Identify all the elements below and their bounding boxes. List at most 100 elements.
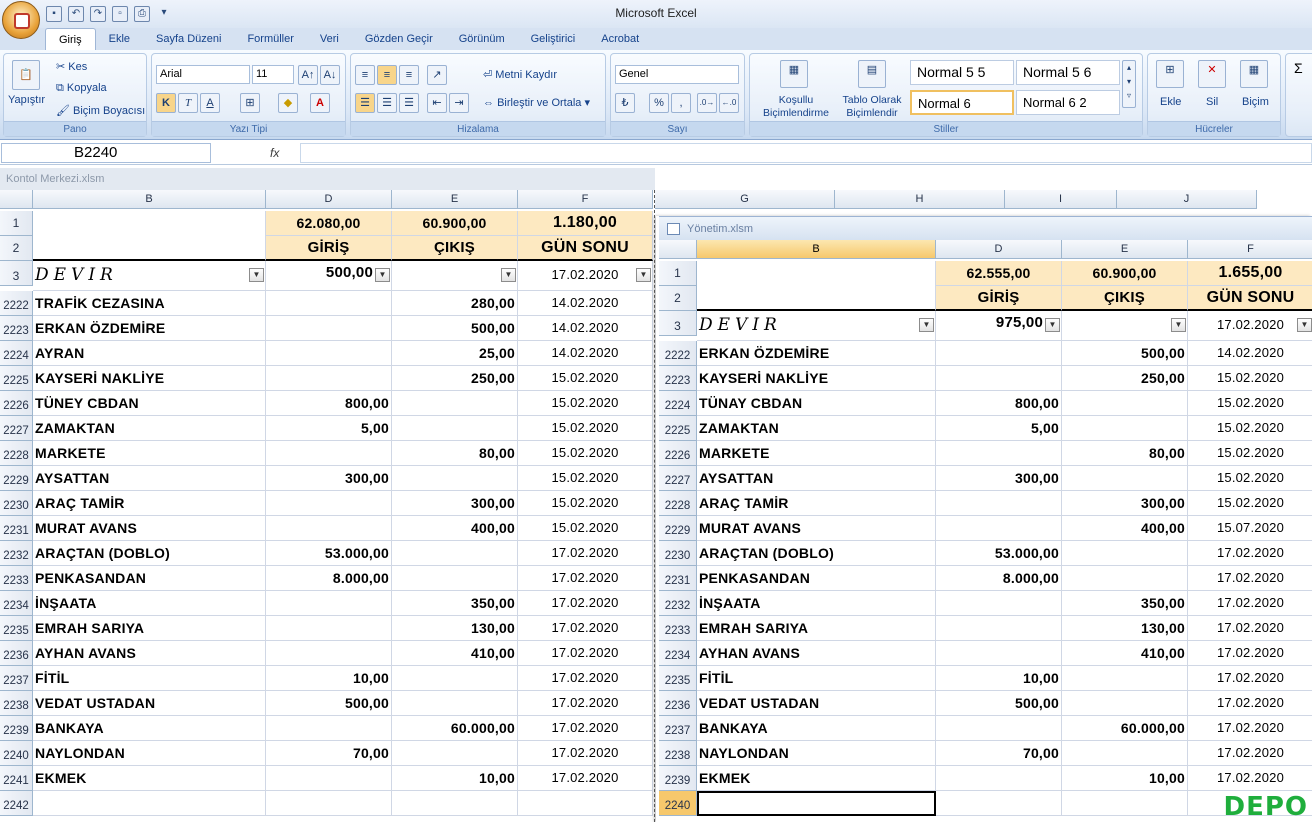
cell-cikis[interactable]: 300,00	[392, 491, 518, 516]
cell-date[interactable]: 17.02.2020	[1188, 616, 1312, 641]
cell-cikis[interactable]: 10,00	[392, 766, 518, 791]
row-header[interactable]: 2228	[659, 491, 697, 516]
row-header[interactable]: 2229	[0, 466, 33, 491]
cell-cikis[interactable]	[392, 416, 518, 441]
cell-date[interactable]: 15.02.2020	[1188, 441, 1312, 466]
copy-button[interactable]: ⧉ Kopyala	[56, 82, 107, 95]
row-header-2[interactable]: 2	[0, 236, 33, 261]
cell-date[interactable]: 17.02.2020	[518, 691, 653, 716]
print-preview-icon[interactable]: ▫	[112, 6, 128, 22]
align-center-icon[interactable]: ☰	[377, 93, 397, 113]
cell-date[interactable]: 15.02.2020	[1188, 391, 1312, 416]
cell-date[interactable]: 17.02.2020	[1188, 766, 1312, 791]
cell-giris[interactable]	[266, 716, 392, 741]
column-header-1[interactable]: D	[936, 240, 1062, 259]
office-button[interactable]	[2, 1, 40, 39]
devir-cikis[interactable]	[392, 261, 518, 291]
workbook2-titlebar[interactable]: Yönetim.xlsm	[659, 216, 1312, 240]
row-header[interactable]: 2236	[0, 641, 33, 666]
cell-giris[interactable]: 800,00	[266, 391, 392, 416]
filter-dropdown-icon[interactable]: ▼	[375, 268, 390, 282]
cell-giris[interactable]	[936, 791, 1062, 816]
cell-date[interactable]: 17.02.2020	[518, 566, 653, 591]
cell-giris[interactable]: 8.000,00	[936, 566, 1062, 591]
cikis-header[interactable]: ÇIKIŞ	[1062, 286, 1188, 311]
tab-8[interactable]: Acrobat	[588, 28, 652, 50]
cell-description[interactable]: PENKASANDAN	[33, 566, 266, 591]
format-painter-button[interactable]: 🖌 Biçim Boyacısı	[56, 104, 145, 117]
cell-cikis[interactable]: 250,00	[1062, 366, 1188, 391]
cell-date[interactable]: 15.02.2020	[1188, 466, 1312, 491]
cell-description[interactable]: ERKAN ÖZDEMİRE	[33, 316, 266, 341]
cell-description[interactable]: EMRAH SARIYA	[33, 616, 266, 641]
cell-giris[interactable]	[266, 291, 392, 316]
borders-icon[interactable]: ⊞	[240, 93, 260, 113]
cell-date[interactable]: 15.02.2020	[518, 366, 653, 391]
cell-date[interactable]: 15.02.2020	[518, 516, 653, 541]
cell-date[interactable]: 17.02.2020	[518, 641, 653, 666]
cell-giris[interactable]: 300,00	[936, 466, 1062, 491]
underline-button[interactable]: A	[200, 93, 220, 113]
column-header-0[interactable]: B	[697, 240, 936, 259]
cell-giris[interactable]	[936, 766, 1062, 791]
filter-dropdown-icon[interactable]: ▼	[919, 318, 934, 332]
insert-cells-button[interactable]: Ekle	[1160, 96, 1181, 108]
row-header[interactable]: 2240	[0, 741, 33, 766]
cell-date[interactable]: 17.02.2020	[518, 666, 653, 691]
column-header-6[interactable]: I	[1005, 190, 1117, 209]
delete-cells-button[interactable]: Sil	[1206, 96, 1218, 108]
style-normal-6-2[interactable]: Normal 6 2	[1016, 90, 1120, 115]
cell-cikis[interactable]	[392, 791, 518, 816]
devir-date[interactable]: 17.02.2020	[518, 261, 653, 291]
row-header-1[interactable]: 1	[659, 261, 697, 286]
cell-cikis[interactable]	[392, 391, 518, 416]
cell-date[interactable]: 15.02.2020	[518, 491, 653, 516]
align-bottom-icon[interactable]: ≡	[399, 65, 419, 85]
row-header-3[interactable]: 3	[0, 261, 33, 286]
cell-giris[interactable]	[266, 491, 392, 516]
increase-decimal-icon[interactable]: .0→	[697, 93, 717, 113]
row-header[interactable]: 2239	[0, 716, 33, 741]
cell-giris[interactable]: 5,00	[266, 416, 392, 441]
filter-dropdown-icon[interactable]: ▼	[1171, 318, 1186, 332]
cell-giris[interactable]: 8.000,00	[266, 566, 392, 591]
row-header[interactable]: 2237	[659, 716, 697, 741]
cell-giris[interactable]	[266, 316, 392, 341]
cell-date[interactable]: 14.02.2020	[518, 316, 653, 341]
cell-description[interactable]: ARAÇTAN (DOBLO)	[33, 541, 266, 566]
devir-label[interactable]: DEVIR	[33, 261, 266, 291]
row-header[interactable]: 2230	[0, 491, 33, 516]
number-format-select[interactable]: Genel	[615, 65, 739, 84]
cell-date[interactable]: 17.02.2020	[518, 616, 653, 641]
align-top-icon[interactable]: ≡	[355, 65, 375, 85]
row-header[interactable]: 2232	[0, 541, 33, 566]
cell-description[interactable]: İNŞAATA	[33, 591, 266, 616]
cell-giris[interactable]: 300,00	[266, 466, 392, 491]
cell-cikis[interactable]	[1062, 741, 1188, 766]
undo-icon[interactable]: ↶	[68, 6, 84, 22]
cell-giris[interactable]	[936, 716, 1062, 741]
workbook1-title[interactable]: Kontol Merkezi.xlsm	[0, 168, 655, 190]
font-size-select[interactable]: 11	[252, 65, 294, 84]
decrease-indent-icon[interactable]: ⇤	[427, 93, 447, 113]
row-header[interactable]: 2237	[0, 666, 33, 691]
cell-description[interactable]: ZAMAKTAN	[33, 416, 266, 441]
paste-icon[interactable]: 📋	[12, 60, 40, 90]
row-header[interactable]: 2227	[659, 466, 697, 491]
row-header[interactable]: 2222	[659, 341, 697, 366]
fill-color-icon[interactable]: ◆	[278, 93, 298, 113]
cell-description[interactable]: NAYLONDAN	[697, 741, 936, 766]
cell-cikis[interactable]: 410,00	[1062, 641, 1188, 666]
devir-date[interactable]: 17.02.2020	[1188, 311, 1312, 341]
cell-description[interactable]: MARKETE	[697, 441, 936, 466]
cell-description[interactable]: MURAT AVANS	[33, 516, 266, 541]
tab-7[interactable]: Geliştirici	[518, 28, 589, 50]
cell-cikis[interactable]	[392, 666, 518, 691]
cell-description[interactable]: ARAÇTAN (DOBLO)	[697, 541, 936, 566]
cell-description[interactable]: EMRAH SARIYA	[697, 616, 936, 641]
cell-description[interactable]: PENKASANDAN	[697, 566, 936, 591]
cell-date[interactable]: 17.02.2020	[518, 541, 653, 566]
font-name-select[interactable]: Arial	[156, 65, 250, 84]
cell-giris[interactable]	[266, 791, 392, 816]
cell-description[interactable]: ARAÇ TAMİR	[697, 491, 936, 516]
